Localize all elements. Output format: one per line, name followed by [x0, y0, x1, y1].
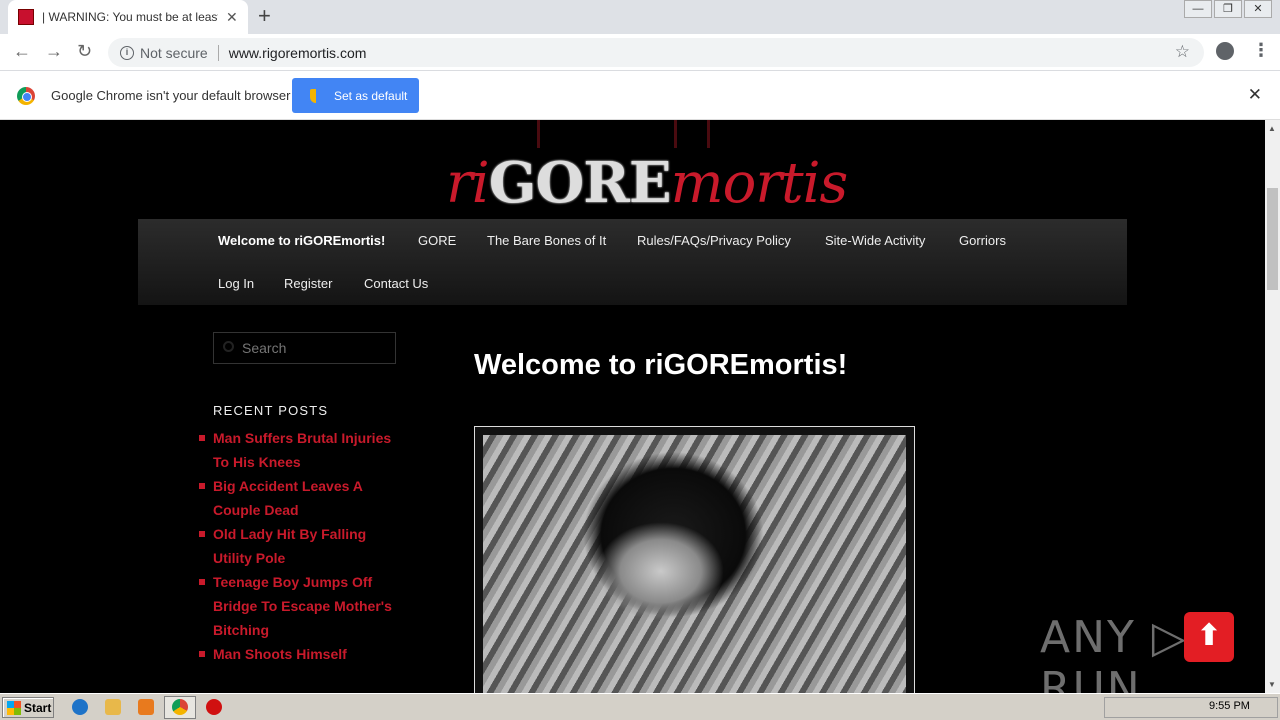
recent-post-link[interactable]: Old Lady Hit By Falling Utility Pole — [197, 522, 397, 570]
search-icon — [223, 341, 234, 352]
address-bar[interactable]: i Not secure www.rigoremortis.com ☆ — [108, 38, 1204, 67]
restore-button[interactable]: ❐ — [1214, 0, 1242, 18]
page-title: Welcome to riGOREmortis! — [474, 349, 848, 381]
set-as-default-label: Set as default — [334, 88, 408, 103]
recent-posts-heading: RECENT POSTS — [213, 403, 329, 418]
tab-strip: | WARNING: You must be at least 18 ✕ + —… — [0, 0, 1280, 34]
security-label: Not secure — [140, 44, 208, 61]
url-text[interactable]: www.rigoremortis.com — [229, 45, 367, 61]
shield-icon — [310, 88, 322, 103]
logo-drips — [537, 120, 712, 148]
tab-close-icon[interactable]: ✕ — [226, 9, 238, 26]
tab-title: | WARNING: You must be at least 18 — [42, 10, 218, 24]
nav-item-register[interactable]: Register — [284, 276, 332, 291]
drip-mark — [537, 120, 540, 148]
recent-post-link[interactable]: Big Accident Leaves A Couple Dead — [197, 474, 397, 522]
nav-item-bare-bones[interactable]: The Bare Bones of It — [487, 233, 606, 248]
security-app-icon[interactable] — [206, 699, 222, 715]
nav-item-rules[interactable]: Rules/FAQs/Privacy Policy — [637, 233, 791, 248]
set-as-default-button[interactable]: Set as default — [292, 78, 419, 113]
nav-item-welcome[interactable]: Welcome to riGOREmortis! — [218, 233, 385, 248]
browser-tab[interactable]: | WARNING: You must be at least 18 ✕ — [8, 0, 248, 34]
windows-taskbar: Start — [0, 693, 1280, 720]
site-favicon-icon — [18, 9, 34, 25]
recent-post-link[interactable]: Man Suffers Brutal Injuries To His Knees — [197, 426, 397, 474]
nav-item-contact[interactable]: Contact Us — [364, 276, 428, 291]
site-logo[interactable]: riGOREmortis — [446, 150, 849, 217]
chrome-logo-icon — [17, 87, 35, 105]
start-button[interactable]: Start — [2, 697, 54, 718]
account-avatar-icon[interactable] — [1216, 42, 1234, 60]
taskbar-clock[interactable]: 9:55 PM — [1209, 700, 1250, 712]
window-controls: — ❐ ✕ — [1182, 0, 1272, 18]
nav-item-login[interactable]: Log In — [218, 276, 254, 291]
reload-button[interactable]: ↻ — [77, 41, 92, 62]
featured-image[interactable] — [474, 426, 915, 693]
infobar-message: Google Chrome isn't your default browser — [51, 88, 291, 103]
minimize-button[interactable]: — — [1184, 0, 1212, 18]
browser-menu-icon[interactable]: ⋮ — [1252, 40, 1270, 61]
back-button[interactable]: ← — [13, 41, 31, 62]
logo-part: ri — [446, 151, 490, 216]
scroll-to-top-button[interactable]: ⬆ — [1184, 612, 1234, 662]
drip-mark — [707, 120, 710, 148]
default-browser-infobar: Google Chrome isn't your default browser… — [0, 71, 1280, 120]
recent-posts-list: Man Suffers Brutal Injuries To His Knees… — [197, 426, 397, 666]
logo-part: GORE — [488, 150, 672, 216]
system-tray — [1104, 697, 1278, 718]
start-label: Start — [24, 700, 52, 715]
nav-item-activity[interactable]: Site-Wide Activity — [825, 233, 925, 248]
drip-mark — [674, 120, 677, 148]
nav-item-gore[interactable]: GORE — [418, 233, 456, 248]
ie-icon[interactable] — [72, 699, 88, 715]
site-navigation: Welcome to riGOREmortis! GORE The Bare B… — [138, 219, 1127, 305]
browser-toolbar: ← → ↻ i Not secure www.rigoremortis.com … — [0, 34, 1280, 71]
recent-post-link[interactable]: Man Shoots Himself — [197, 642, 397, 666]
media-player-icon[interactable] — [138, 699, 154, 715]
scroll-thumb[interactable] — [1267, 188, 1278, 290]
new-tab-button[interactable]: + — [258, 4, 271, 28]
web-page: riGOREmortis Welcome to riGOREmortis! GO… — [0, 120, 1265, 693]
windows-logo-icon — [7, 700, 21, 715]
logo-part: mortis — [670, 151, 849, 216]
close-window-button[interactable]: ✕ — [1244, 0, 1272, 18]
omnibox-separator — [217, 44, 219, 61]
explorer-folder-icon[interactable] — [105, 699, 121, 715]
nav-item-gorriors[interactable]: Gorriors — [959, 233, 1006, 248]
featured-image-content — [483, 435, 906, 693]
infobar-close-icon[interactable]: ✕ — [1248, 85, 1262, 105]
info-icon[interactable]: i — [120, 45, 134, 60]
scroll-up-icon[interactable]: ▲ — [1268, 124, 1276, 133]
search-input[interactable] — [213, 332, 396, 364]
chrome-taskbar-icon — [172, 699, 188, 715]
bookmark-star-icon[interactable]: ☆ — [1175, 42, 1190, 62]
forward-button[interactable]: → — [45, 41, 63, 62]
recent-post-link[interactable]: Teenage Boy Jumps Off Bridge To Escape M… — [197, 570, 397, 642]
